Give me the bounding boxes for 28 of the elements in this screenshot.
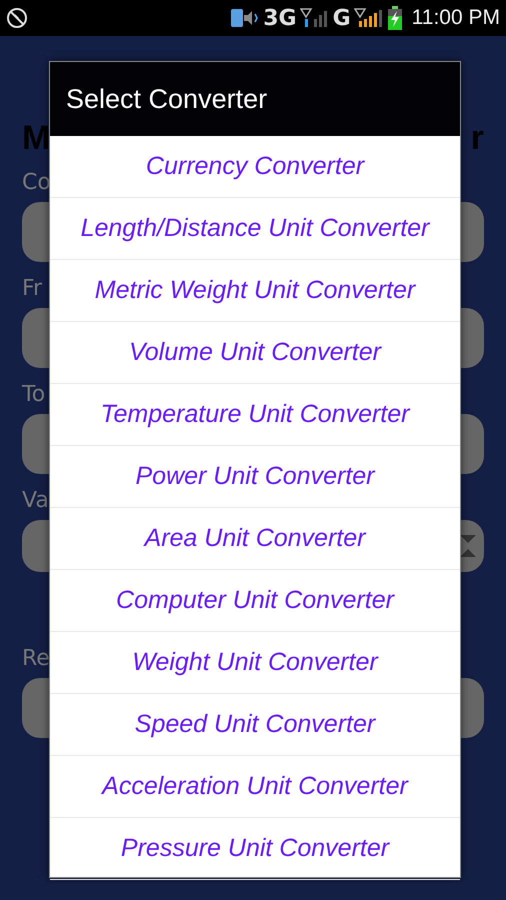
no-sync-icon [6,7,28,29]
field-label: Va [22,487,49,515]
network-type: 3G [263,6,297,30]
converter-option[interactable]: Speed Unit Converter [50,694,460,756]
battery-charging-icon [386,6,403,30]
converter-option[interactable]: Length/Distance Unit Converter [50,198,460,260]
converter-option[interactable]: Acceleration Unit Converter [50,756,460,818]
app-title: r [470,118,484,158]
signal-icon [300,7,330,29]
phone-speaker-icon [230,7,260,29]
field-label: Re [22,645,50,673]
dialog-title: Select Converter [66,84,268,114]
converter-option[interactable]: Temperature Unit Converter [50,384,460,446]
network-type: G [332,6,351,30]
field-label: Co [22,169,51,197]
converter-option[interactable]: Pressure Unit Converter [50,818,460,880]
app-title: M [22,118,50,158]
converter-option[interactable]: Area Unit Converter [50,508,460,570]
signal-icon [354,7,384,29]
converter-option[interactable]: Power Unit Converter [50,446,460,508]
converter-option[interactable]: Metric Weight Unit Converter [50,260,460,322]
converter-option[interactable]: Volume Unit Converter [50,322,460,384]
field-label: To [22,381,46,409]
converter-option[interactable]: Weight Unit Converter [50,632,460,694]
converter-option[interactable]: Currency Converter [50,136,460,198]
clock: 11:00 PM [412,6,500,30]
field-label: Fr [22,275,42,303]
converter-option[interactable]: Computer Unit Converter [50,570,460,632]
